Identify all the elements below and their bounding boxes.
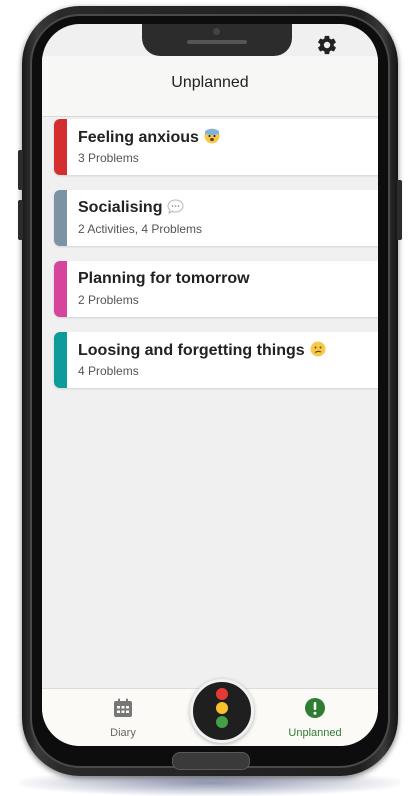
card-color-bar [54, 190, 67, 246]
traffic-light-button[interactable] [190, 679, 254, 743]
green-light [216, 716, 228, 728]
camera-icon [213, 28, 220, 35]
calendar-icon [112, 698, 134, 723]
card-title: Socialising [78, 199, 184, 219]
confused-face-icon [310, 341, 326, 362]
category-card-socialising[interactable]: Socialising 2 Activities, 4 Problems [54, 190, 378, 246]
exclamation-circle-icon [304, 698, 326, 723]
settings-button[interactable] [316, 34, 340, 58]
card-title: Planning for tomorrow [78, 270, 250, 287]
card-color-bar [54, 119, 67, 175]
card-title: Loosing and forgetting things [78, 341, 326, 362]
notch [142, 24, 292, 56]
volume-up-button-hw [18, 150, 23, 190]
tab-diary-label: Diary [110, 727, 136, 739]
tab-unplanned[interactable]: Unplanned [270, 697, 360, 739]
phone-screen: Unplanned Feeling anxious 3 Problems Soc… [42, 24, 378, 746]
category-card-loosing-and-forgetting[interactable]: Loosing and forgetting things 4 Problems [54, 332, 378, 388]
card-subtitle: 2 Problems [78, 293, 139, 307]
power-button-hw [397, 180, 402, 240]
tab-unplanned-label: Unplanned [288, 727, 342, 739]
hardware-home-bar [172, 752, 250, 770]
speech-bubble-icon [167, 199, 184, 219]
problem-category-list: Feeling anxious 3 Problems Socialising 2… [54, 119, 378, 403]
tab-diary[interactable]: Diary [78, 697, 168, 739]
volume-down-button-hw [18, 200, 23, 240]
gear-icon [316, 35, 338, 60]
red-light [216, 688, 228, 700]
category-card-planning-for-tomorrow[interactable]: Planning for tomorrow 2 Problems [54, 261, 378, 317]
card-color-bar [54, 261, 67, 317]
page-title: Unplanned [171, 74, 249, 91]
speaker-grille [187, 40, 247, 44]
category-card-feeling-anxious[interactable]: Feeling anxious 3 Problems [54, 119, 378, 175]
card-subtitle: 4 Problems [78, 364, 139, 378]
card-title: Feeling anxious [78, 128, 220, 149]
amber-light [216, 702, 228, 714]
card-subtitle: 2 Activities, 4 Problems [78, 222, 203, 236]
card-subtitle: 3 Problems [78, 151, 139, 165]
anxious-face-icon [204, 128, 220, 149]
app-header: Unplanned [42, 56, 378, 117]
card-color-bar [54, 332, 67, 388]
stage: Unplanned Feeling anxious 3 Problems Soc… [0, 0, 420, 796]
